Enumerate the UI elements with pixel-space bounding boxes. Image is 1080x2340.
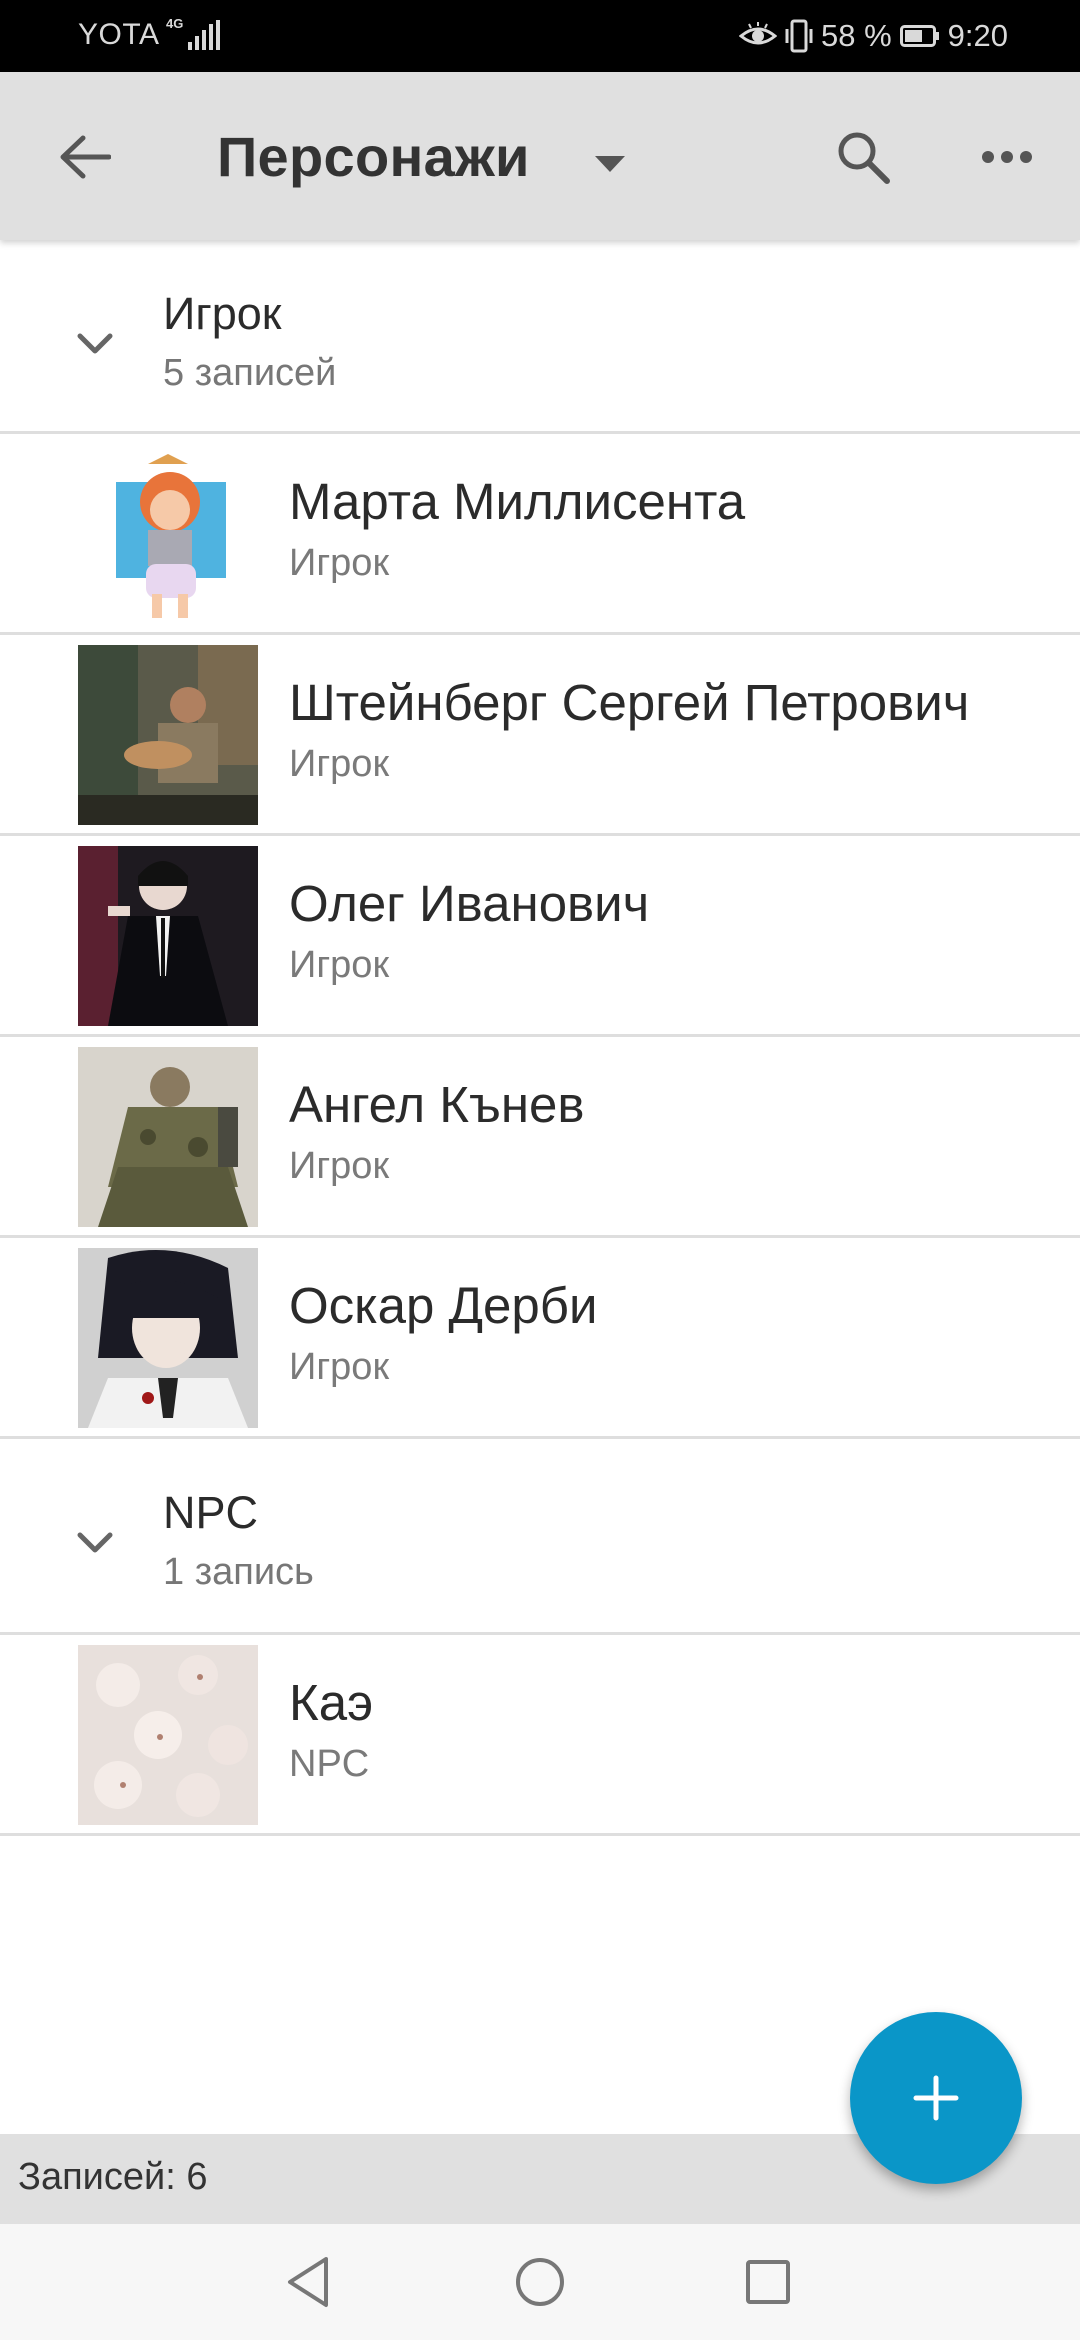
group-header-player[interactable]: Игрок 5 записей — [0, 240, 1080, 434]
signal-icon — [188, 20, 220, 50]
avatar — [78, 645, 258, 825]
item-name: Марта Миллисента — [289, 473, 746, 530]
nav-back-button[interactable] — [278, 2252, 338, 2312]
list-item[interactable]: Каэ NPC — [0, 1635, 1080, 1836]
list-item[interactable]: Олег Иванович Игрок — [0, 836, 1080, 1037]
list-item[interactable]: Ангел Кънев Игрок — [0, 1037, 1080, 1238]
avatar — [78, 444, 258, 624]
more-horizontal-icon — [982, 151, 1032, 163]
more-options-button[interactable] — [972, 122, 1042, 192]
avatar — [78, 1645, 258, 1825]
group-count: 1 запись — [163, 1551, 314, 1593]
item-name: Ангел Кънев — [289, 1076, 585, 1133]
plus-icon — [913, 2075, 959, 2121]
triangle-back-icon — [288, 2257, 328, 2307]
network-type-label: 4G — [166, 16, 184, 31]
records-count-label: Записей: 6 — [18, 2156, 208, 2198]
nav-recents-button[interactable] — [738, 2252, 798, 2312]
list-item[interactable]: Штейнберг Сергей Петрович Игрок — [0, 635, 1080, 836]
avatar — [78, 1248, 258, 1428]
list-item[interactable]: Оскар Дерби Игрок — [0, 1238, 1080, 1439]
avatar — [78, 846, 258, 1026]
character-list: Игрок 5 записей Марта Миллисента Игрок Ш… — [0, 240, 1080, 1836]
item-name: Штейнберг Сергей Петрович — [289, 674, 970, 731]
item-name: Каэ — [289, 1674, 374, 1731]
chevron-down-icon — [77, 333, 113, 354]
carrier-label: YOTA — [78, 18, 160, 51]
app-bar: Персонажи — [0, 72, 1080, 240]
item-role: NPC — [289, 1743, 370, 1785]
search-icon — [838, 132, 890, 184]
list-item[interactable]: Марта Миллисента Игрок — [0, 434, 1080, 635]
status-bar: YOTA 4G 58 % 9:20 — [0, 0, 1080, 72]
chevron-down-icon — [77, 1532, 113, 1553]
back-button[interactable] — [50, 122, 120, 192]
item-role: Игрок — [289, 944, 390, 986]
page-title[interactable]: Персонажи — [217, 124, 530, 189]
item-name: Олег Иванович — [289, 875, 650, 932]
title-dropdown-button[interactable] — [590, 144, 630, 184]
item-name: Оскар Дерби — [289, 1277, 598, 1334]
clock: 9:20 — [947, 18, 1008, 53]
group-count: 5 записей — [163, 352, 337, 394]
item-role: Игрок — [289, 1346, 390, 1388]
caret-down-icon — [595, 156, 625, 172]
arrow-left-icon — [60, 135, 111, 179]
avatar — [78, 1047, 258, 1227]
search-button[interactable] — [828, 122, 898, 192]
nav-home-button[interactable] — [510, 2252, 570, 2312]
system-navigation-bar — [0, 2224, 1080, 2340]
battery-percent: 58 % — [820, 18, 892, 53]
item-role: Игрок — [289, 743, 390, 785]
circle-home-icon — [516, 2258, 564, 2306]
eye-comfort-icon — [738, 22, 777, 45]
group-title: Игрок — [163, 288, 282, 339]
battery-icon — [899, 25, 939, 47]
group-title: NPC — [163, 1487, 259, 1538]
add-character-button[interactable] — [850, 2012, 1022, 2184]
item-role: Игрок — [289, 542, 390, 584]
group-header-npc[interactable]: NPC 1 запись — [0, 1439, 1080, 1635]
square-recents-icon — [746, 2260, 790, 2304]
item-role: Игрок — [289, 1145, 390, 1187]
vibrate-icon — [785, 19, 813, 53]
